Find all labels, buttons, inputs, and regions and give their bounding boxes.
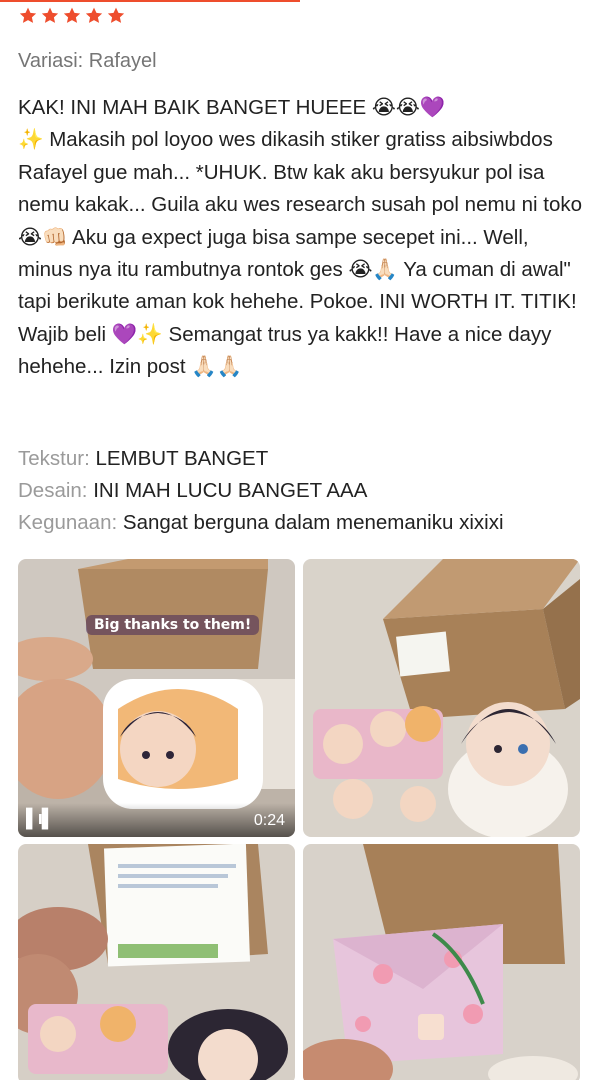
attribute-value: INI MAH LUCU BANGET AAA	[93, 479, 368, 502]
attribute-design: Desain: INI MAH LUCU BANGET AAA	[18, 475, 588, 507]
video-overlay: ▌ı▌ 0:24	[18, 803, 295, 837]
video-frame-image	[18, 559, 295, 837]
top-accent-bar	[0, 0, 300, 2]
review-video-thumbnail[interactable]: Big thanks to them! ▌ı▌ 0:24	[18, 559, 295, 837]
photo-image	[303, 844, 580, 1080]
attribute-value: LEMBUT BANGET	[95, 447, 269, 470]
video-duration: 0:24	[253, 812, 285, 829]
attribute-key: Kegunaan:	[18, 511, 118, 534]
review-photo-gift-envelope[interactable]	[303, 844, 580, 1080]
star-icon	[41, 7, 59, 23]
review-photo-box-plush[interactable]	[303, 559, 580, 837]
photo-image	[303, 559, 580, 837]
star-icon	[19, 7, 37, 23]
attribute-key: Tekstur:	[18, 447, 90, 470]
attribute-usefulness: Kegunaan: Sangat berguna dalam menemanik…	[18, 507, 588, 539]
star-icon	[63, 7, 81, 23]
attribute-texture: Tekstur: LEMBUT BANGET	[18, 443, 588, 475]
product-variation: Variasi: Rafayel	[18, 50, 157, 72]
review-photo-thank-you-card[interactable]	[18, 844, 295, 1080]
star-rating	[18, 6, 126, 26]
video-caption: Big thanks to them!	[86, 615, 260, 635]
review-text: KAK! INI MAH BAIK BANGET HUEEE 😭😭💜 ✨ Mak…	[18, 96, 583, 379]
attribute-key: Desain:	[18, 479, 88, 502]
attribute-value: Sangat berguna dalam menemaniku xixixi	[122, 511, 504, 534]
star-icon	[107, 7, 125, 23]
photo-image	[18, 844, 295, 1080]
star-icon	[85, 7, 103, 23]
review-attributes: Tekstur: LEMBUT BANGET Desain: INI MAH L…	[18, 443, 588, 539]
video-icon: ▌ı▌	[26, 808, 54, 828]
